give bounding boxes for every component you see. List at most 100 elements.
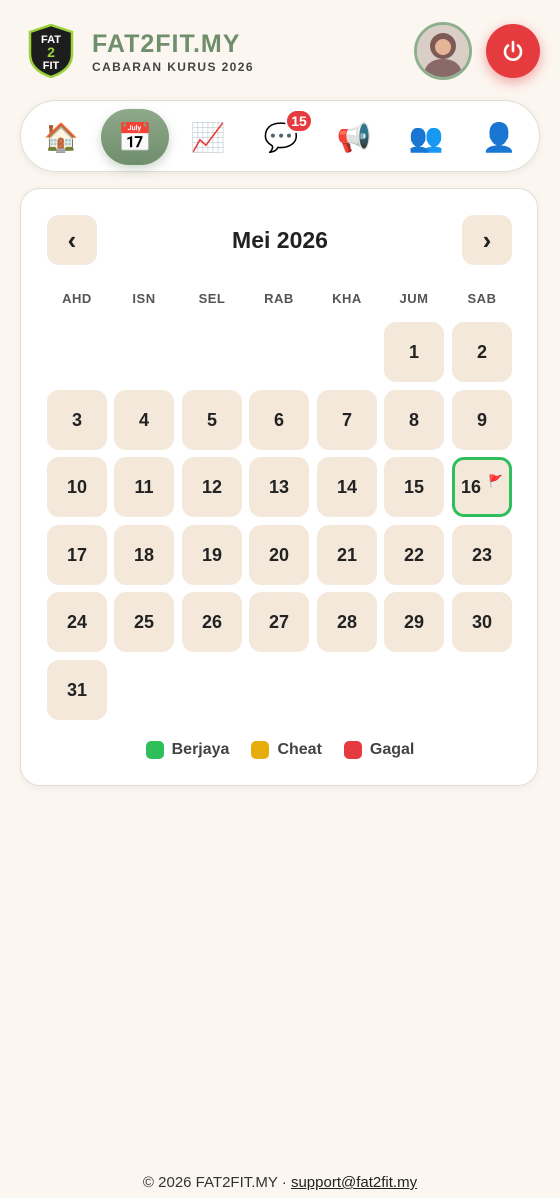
day-cell[interactable]: 25 [114,592,174,652]
megaphone-icon: 📢 [336,121,372,153]
legend-swatch [343,741,362,759]
day-cell[interactable]: 26 [182,592,242,652]
day-number: 6 [273,409,284,430]
day-cell[interactable]: 3 [47,390,107,450]
next-month-button[interactable]: › [462,215,512,265]
nav-community[interactable]: 👥 [392,109,460,165]
chevron-right-icon: › [482,224,492,255]
legend: Berjaya Cheat Gagal [21,741,539,759]
day-number: 22 [403,544,425,565]
day-cell[interactable]: 12 [182,457,242,517]
nav-home[interactable]: 🏠 [27,109,95,165]
logout-button[interactable] [486,24,540,78]
nav-calendar[interactable]: 📅 [101,109,169,165]
users-icon: 👥 [408,121,444,153]
day-cell[interactable]: 13 [249,457,309,517]
weekday-label: ISN [132,291,156,306]
day-cell[interactable]: 15 [384,457,444,517]
day-number: 1 [408,341,419,362]
day-cell[interactable]: 10 [47,457,107,517]
legend-label: Cheat [277,741,322,758]
day-number: 23 [471,544,493,565]
brand-subtitle: CABARAN KURUS 2026 [92,60,254,74]
day-cell[interactable]: 19 [182,525,242,585]
footer: © 2026 FAT2FIT.MY · support@fat2fit.my [0,1174,560,1191]
day-cell[interactable]: 14 [317,457,377,517]
day-cell[interactable]: 23 [452,525,512,585]
day-cell[interactable]: 1 [384,322,444,382]
day-number: 7 [341,409,352,430]
day-number: 4 [138,409,149,430]
legend-label: Gagal [369,741,415,758]
day-cell[interactable]: 4 [114,390,174,450]
day-number: 25 [133,611,155,632]
legend-swatch [145,741,164,759]
day-cell[interactable]: 11 [114,457,174,517]
day-number: 30 [471,611,493,632]
user-icon: 👤 [481,121,517,153]
day-number: 14 [336,476,358,497]
day-cell[interactable]: 30 [452,592,512,652]
day-number: 15 [403,476,425,497]
support-email-link[interactable]: support@fat2fit.my [291,1174,417,1191]
day-cell-today[interactable]: 16 🚩 [452,457,512,517]
day-cell[interactable]: 7 [317,390,377,450]
day-number: 5 [206,409,217,430]
copyright-text: © 2026 FAT2FIT.MY · [142,1174,291,1191]
nav-progress[interactable]: 📈 [174,109,242,165]
svg-text:2: 2 [47,44,55,60]
brand-title: FAT2FIT.MY [92,30,241,58]
legend-item-cheat: Cheat [251,741,322,759]
weekday-label: JUM [399,291,429,306]
day-cell[interactable]: 24 [47,592,107,652]
day-cell[interactable]: 8 [384,390,444,450]
svg-text:FIT: FIT [43,60,60,72]
day-number: 16 [461,476,482,497]
day-number: 11 [134,476,154,497]
day-cell[interactable]: 31 [47,660,107,720]
day-number: 27 [268,611,290,632]
day-cell[interactable]: 18 [114,525,174,585]
day-number: 8 [408,409,419,430]
day-number: 26 [201,611,223,632]
nav-announcements[interactable]: 📢 [320,109,388,165]
day-cell[interactable]: 17 [47,525,107,585]
day-cell[interactable]: 21 [317,525,377,585]
nav-chat[interactable]: 💬 15 [247,109,315,165]
avatar[interactable] [414,22,472,80]
day-cell[interactable]: 9 [452,390,512,450]
weekday-label: KHA [332,291,362,306]
legend-label: Berjaya [171,741,230,758]
day-number: 31 [66,679,88,700]
app-header: FAT 2 FIT FAT2FIT.MY CABARAN KURUS 2026 [0,0,560,100]
day-cell[interactable]: 2 [452,322,512,382]
fat2fit-logo[interactable]: FAT 2 FIT [28,24,74,78]
chart-icon: 📈 [190,121,226,153]
day-cell[interactable]: 27 [249,592,309,652]
day-cell[interactable]: 6 [249,390,309,450]
day-number: 19 [201,544,223,565]
weekday-label: RAB [264,291,294,306]
day-cell[interactable]: 28 [317,592,377,652]
calendar-icon: 📅 [117,121,153,153]
day-number: 17 [66,544,88,565]
day-number: 10 [66,476,88,497]
flag-icon: 🚩 [488,474,503,488]
weekday-label: SAB [467,291,497,306]
day-number: 18 [133,544,155,565]
chat-badge: 15 [285,109,313,133]
weekday-label: AHD [62,291,92,306]
day-cell[interactable]: 5 [182,390,242,450]
avatar-image [417,25,469,77]
day-cell[interactable]: 20 [249,525,309,585]
day-number: 20 [268,544,290,565]
legend-item-fail: Gagal [343,741,415,759]
day-cell[interactable]: 22 [384,525,444,585]
day-cell[interactable]: 29 [384,592,444,652]
main-nav: 🏠 📅 📈 💬 15 📢 👥 👤 [20,100,540,172]
day-number: 3 [71,409,82,430]
day-number: 13 [268,476,290,497]
day-number: 12 [201,476,223,497]
nav-profile[interactable]: 👤 [465,109,533,165]
day-number: 29 [403,611,425,632]
